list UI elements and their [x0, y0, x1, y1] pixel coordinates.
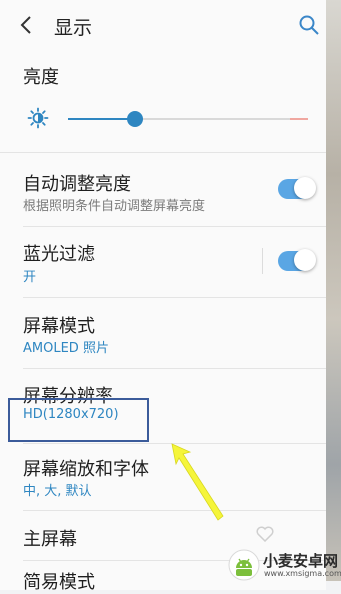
- brightness-sun-icon: [27, 107, 49, 129]
- watermark-url: www.xmsigma.com: [264, 569, 341, 578]
- back-arrow-icon[interactable]: [16, 12, 38, 38]
- section-divider: [0, 152, 326, 153]
- highlight-box: [8, 398, 149, 442]
- app-header: 显示: [0, 0, 326, 50]
- watermark-text: 小麦安卓网: [263, 552, 339, 570]
- blue-light-filter-status: 开: [23, 270, 37, 285]
- toggle-separator: [262, 248, 263, 274]
- screen-zoom-font-label[interactable]: 屏幕缩放和字体: [23, 455, 149, 481]
- brightness-slider-thumb[interactable]: [127, 111, 143, 127]
- brightness-slider-end: [290, 118, 308, 120]
- auto-brightness-description: 根据照明条件自动调整屏幕亮度: [23, 199, 206, 214]
- easy-mode-label[interactable]: 简易模式: [23, 568, 95, 594]
- row-divider: [23, 368, 326, 369]
- screen-zoom-font-value: 中, 大, 默认: [23, 484, 92, 499]
- android-logo-icon: [228, 549, 260, 581]
- screen-mode-label[interactable]: 屏幕模式: [23, 312, 95, 338]
- page-title: 显示: [54, 17, 93, 39]
- watermark: 小麦安卓网 www.xmsigma.com: [228, 549, 341, 581]
- background-edge: [326, 0, 341, 581]
- search-icon[interactable]: [297, 13, 321, 37]
- heart-icon: [256, 526, 274, 542]
- auto-brightness-toggle[interactable]: [278, 177, 316, 199]
- brightness-slider-fill: [68, 118, 135, 120]
- row-divider: [23, 297, 326, 298]
- brightness-label: 亮度: [23, 67, 59, 88]
- blue-light-filter-toggle[interactable]: [278, 249, 316, 271]
- blue-light-filter-label: 蓝光过滤: [23, 244, 95, 265]
- yellow-arrow-annotation: [171, 443, 224, 521]
- screen-mode-value: AMOLED 照片: [23, 341, 109, 356]
- brightness-slider[interactable]: [68, 111, 308, 127]
- row-divider: [23, 226, 326, 227]
- home-screen-label[interactable]: 主屏幕: [23, 525, 77, 551]
- toggle-knob: [294, 249, 316, 271]
- toggle-knob: [294, 177, 316, 199]
- auto-brightness-label: 自动调整亮度: [23, 174, 131, 195]
